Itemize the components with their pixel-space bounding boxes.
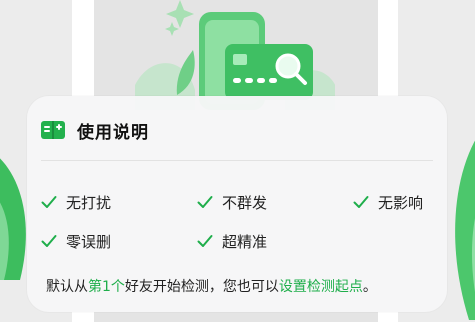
note-prefix: 默认从	[46, 279, 88, 295]
feature-item-no-impact: 无影响	[353, 191, 423, 213]
set-detection-start-link[interactable]: 设置检测起点	[279, 279, 363, 295]
feature-label: 无打扰	[66, 193, 112, 212]
feature-item-no-disturb: 无打扰	[41, 191, 111, 213]
note-suffix: 。	[362, 279, 377, 295]
check-icon	[353, 196, 369, 208]
phone-card-illustration	[135, 0, 335, 110]
feature-item-no-mass-send: 不群发	[197, 191, 267, 213]
feature-label: 超精准	[222, 232, 268, 251]
detection-start-note: 默认从第1个好友开始检测，您也可以设置检测起点。	[46, 276, 377, 296]
feature-label: 无影响	[378, 193, 424, 212]
note-middle: 好友开始检测，您也可以	[124, 279, 279, 295]
check-icon	[197, 196, 213, 208]
feature-item-super-accurate: 超精准	[197, 230, 267, 252]
feature-label: 不群发	[222, 193, 268, 212]
header-divider	[41, 160, 433, 161]
check-icon	[41, 235, 57, 247]
note-start-position: 第1个	[88, 279, 125, 295]
usage-instructions-card: 使用说明 无打扰 不群发 无影响 零误删 超精准 默认从第1个好友开始检测，您也…	[27, 96, 447, 312]
check-icon	[197, 235, 213, 247]
book-icon	[41, 121, 65, 139]
check-icon	[41, 196, 57, 208]
card-header: 使用说明	[41, 116, 149, 144]
card-title: 使用说明	[77, 122, 149, 143]
feature-item-zero-mistaken-delete: 零误删	[41, 230, 111, 252]
feature-label: 零误删	[66, 232, 112, 251]
